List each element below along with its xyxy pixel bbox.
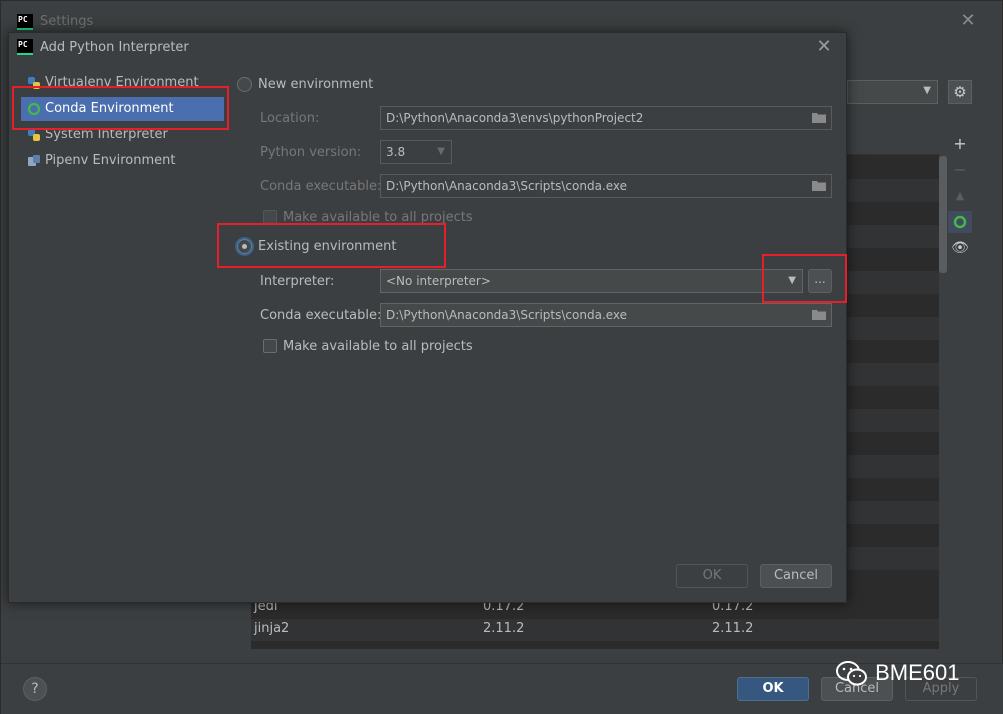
make-available-checkbox[interactable] — [263, 210, 277, 224]
table-row-stripe — [847, 547, 939, 570]
location-label: Location: — [260, 111, 320, 126]
close-icon[interactable]: ✕ — [815, 37, 833, 57]
eye-icon[interactable]: 👁 — [948, 237, 972, 259]
new-environment-label: New environment — [258, 77, 374, 92]
conda-executable-field[interactable]: D:\Python\Anaconda3\Scripts\conda.exe — [380, 174, 832, 198]
package-name: jinja2 — [254, 621, 290, 636]
conda-executable-label: Conda executable: — [260, 179, 382, 194]
help-button[interactable]: ? — [23, 677, 47, 701]
watermark-text: BME601 — [875, 660, 960, 685]
package-table-header — [847, 131, 939, 155]
table-row-stripe — [847, 179, 939, 202]
python-version-select[interactable]: 3.8 ▼ — [380, 140, 452, 164]
conda-executable-value: D:\Python\Anaconda3\Scripts\conda.exe — [386, 179, 628, 193]
env-type-pipenv[interactable]: Pipenv Environment — [21, 149, 224, 173]
dialog-cancel-button[interactable]: Cancel — [760, 564, 832, 588]
folder-icon[interactable] — [812, 180, 826, 191]
package-table-bg — [847, 131, 939, 648]
wechat-icon — [836, 661, 867, 686]
location-field[interactable]: D:\Python\Anaconda3\envs\pythonProject2 — [380, 106, 832, 130]
conda-executable-label: Conda executable: — [260, 308, 382, 323]
table-row-stripe — [847, 409, 939, 432]
highlight-box-interpreter — [762, 254, 847, 303]
gear-icon[interactable]: ⚙ — [948, 80, 972, 104]
chevron-down-icon: ▼ — [437, 146, 445, 157]
env-type-label: Pipenv Environment — [45, 153, 176, 168]
make-available-label: Make available to all projects — [283, 339, 473, 354]
package-table: jedi 0.17.2 0.17.2 jinja2 2.11.2 2.11.2 — [251, 597, 939, 649]
table-row-stripe — [847, 225, 939, 248]
table-row[interactable]: jinja2 2.11.2 2.11.2 — [251, 619, 939, 641]
scrollbar[interactable] — [939, 156, 947, 273]
dialog-ok-button[interactable]: OK — [676, 564, 748, 588]
conda-executable-field[interactable]: D:\Python\Anaconda3\Scripts\conda.exe — [380, 303, 832, 327]
table-row-stripe — [847, 455, 939, 478]
upgrade-package-icon[interactable]: ▲ — [948, 185, 972, 207]
python-version-label: Python version: — [260, 145, 362, 160]
settings-title: Settings — [40, 14, 94, 29]
package-version: 2.11.2 — [483, 621, 525, 636]
pycharm-logo-icon: PC — [17, 14, 33, 30]
remove-package-icon[interactable]: − — [948, 159, 972, 181]
settings-ok-button[interactable]: OK — [737, 677, 809, 701]
interpreter-value: <No interpreter> — [386, 274, 491, 288]
table-row-stripe — [847, 317, 939, 340]
close-icon[interactable]: ✕ — [960, 11, 976, 31]
env-type-list: Virtualenv Environment Conda Environment… — [13, 67, 233, 597]
folder-icon[interactable] — [812, 309, 826, 320]
add-package-icon[interactable]: + — [948, 133, 972, 155]
pycharm-logo-icon: PC — [17, 39, 33, 55]
python-version-value: 3.8 — [386, 145, 406, 159]
folder-icon[interactable] — [812, 112, 826, 123]
package-latest: 2.11.2 — [712, 621, 754, 636]
settings-tree-bg — [11, 601, 233, 663]
highlight-box-conda — [12, 86, 229, 130]
interpreter-combo[interactable]: ▼ — [847, 80, 938, 104]
make-available-checkbox[interactable] — [263, 339, 277, 353]
chevron-down-icon: ▼ — [923, 85, 931, 96]
new-environment-radio[interactable] — [237, 77, 252, 92]
conda-executable-value: D:\Python\Anaconda3\Scripts\conda.exe — [386, 308, 628, 322]
python-icon — [28, 129, 40, 141]
highlight-box-existing — [217, 223, 446, 268]
table-row-stripe — [847, 501, 939, 524]
dialog-title: Add Python Interpreter — [40, 40, 189, 55]
watermark: BME601 — [835, 656, 960, 696]
table-row-stripe — [847, 271, 939, 294]
location-value: D:\Python\Anaconda3\envs\pythonProject2 — [386, 111, 644, 125]
pipenv-icon — [28, 155, 40, 166]
table-row-stripe — [847, 363, 939, 386]
interpreter-label: Interpreter: — [260, 274, 335, 289]
interpreter-select[interactable]: <No interpreter> ▼ — [380, 269, 803, 293]
table-row[interactable] — [251, 641, 939, 649]
conda-toggle-icon[interactable] — [948, 211, 972, 233]
